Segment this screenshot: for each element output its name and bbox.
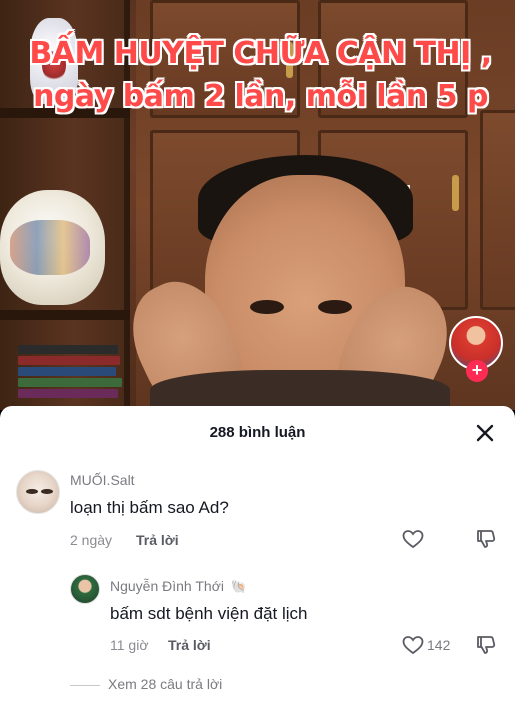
comments-panel: 288 bình luận MUỐI.Salt loạn thị bấm sao… (0, 406, 515, 720)
reply-button[interactable]: Trả lời (136, 532, 179, 548)
heart-icon (402, 636, 424, 655)
video-player[interactable]: BẤM HUYỆT CHỮA CẬN THỊ , ngày bấm 2 lần,… (0, 0, 515, 410)
reply-text: bấm sdt bệnh viện đặt lịch (110, 604, 308, 623)
reply-button[interactable]: Trả lời (168, 637, 211, 653)
comment-time: 2 ngày (70, 532, 113, 548)
heart-icon (402, 530, 424, 549)
like-button[interactable] (401, 633, 425, 657)
like-count: 142 (427, 637, 451, 653)
dislike-button[interactable] (474, 633, 498, 657)
view-replies-button[interactable]: Xem 28 câu trả lời (108, 676, 222, 692)
close-button[interactable] (472, 420, 498, 446)
thumbs-down-icon (477, 636, 496, 654)
dislike-button[interactable] (474, 527, 498, 551)
reply-username[interactable]: Nguyễn Đình Thới 🐚 (110, 578, 247, 595)
reply-time: 11 giờ (110, 637, 149, 653)
shelf (0, 310, 130, 320)
avatar[interactable] (70, 574, 100, 604)
avatar[interactable] (16, 470, 60, 514)
video-caption: BẤM HUYỆT CHỮA CẬN THỊ , ngày bấm 2 lần,… (29, 36, 492, 114)
comment-text: loạn thị bấm sao Ad? (70, 498, 229, 517)
comments-count-title: 288 bình luận (209, 424, 306, 441)
comment-username[interactable]: MUỐI.Salt (70, 472, 135, 488)
thumbs-down-icon (477, 530, 496, 548)
vase-decor (0, 190, 105, 305)
like-button[interactable] (401, 527, 425, 551)
divider (70, 685, 100, 686)
follow-button[interactable]: + (466, 360, 488, 382)
books-decor (18, 345, 123, 407)
close-icon (476, 424, 494, 442)
person-shirt (150, 370, 450, 410)
badge-icon: 🐚 (230, 579, 248, 594)
